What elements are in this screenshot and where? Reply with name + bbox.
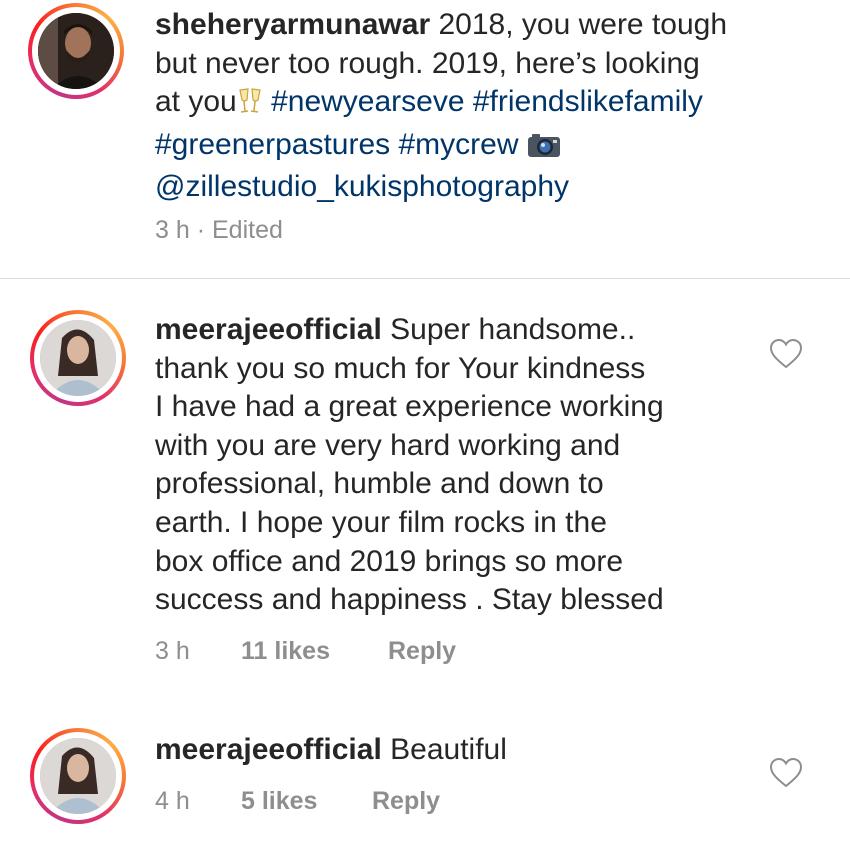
caption-separator: · — [189, 216, 212, 244]
caption-meta: 3 h · Edited — [155, 216, 283, 245]
comment-1-line-6: earth. I hope your film rocks in the — [155, 505, 607, 539]
caption-hashtags-line3[interactable]: #newyearseve #friendslikefamily — [263, 85, 703, 118]
caption-edited-label: Edited — [211, 216, 283, 244]
comment-1-time: 3 h — [155, 637, 190, 665]
comment-2-reply-button[interactable]: Reply — [372, 787, 440, 816]
caption-divider — [0, 278, 850, 279]
heart-outline-icon[interactable] — [769, 338, 803, 370]
comment-1-text: meerajeeofficial Super handsome.. thank … — [155, 311, 775, 620]
comment-1-avatar[interactable] — [30, 310, 126, 406]
caption-text-line1: 2018, you were tough — [430, 8, 728, 41]
caption-hashtags-line4[interactable]: #greenerpastures #mycrew — [155, 128, 527, 161]
comment-1-line-2: thank you so much for Your kindness — [155, 351, 646, 385]
comment-2-line-1: Beautiful — [381, 733, 507, 766]
caption-mention[interactable]: @zillestudio_kukisphotography — [155, 168, 835, 207]
clinking-glasses-icon — [237, 87, 263, 126]
comment-1-line-5: professional, humble and down to — [155, 467, 604, 501]
comment-2-username[interactable]: meerajeeofficial — [155, 733, 382, 766]
comment-1-reply-button[interactable]: Reply — [388, 637, 456, 666]
comment-1-line-8: success and happiness . Stay blessed — [155, 583, 664, 617]
comment-2-likes[interactable]: 5 likes — [241, 787, 317, 816]
caption-text-line3: at you — [155, 85, 237, 119]
avatar-photo-meerajeeofficial — [40, 738, 116, 814]
comment-1-line-1: Super handsome.. — [381, 313, 636, 346]
heart-outline-icon[interactable] — [769, 757, 803, 789]
comment-2-time: 4 h — [155, 787, 190, 815]
instagram-comments-view: sheheryarmunawar 2018, you were tough bu… — [0, 0, 850, 850]
caption-text-line2: but never too rough. 2019, here’s lookin… — [155, 46, 700, 80]
caption-time: 3 h — [155, 216, 190, 244]
comment-1-line-3: I have had a great experience working — [155, 390, 664, 424]
comment-1-line-7: box office and 2019 brings so more — [155, 544, 624, 578]
caption-avatar[interactable] — [28, 3, 124, 99]
comment-2-avatar[interactable] — [30, 728, 126, 824]
avatar-photo-meerajeeofficial — [40, 320, 116, 396]
comment-1-username[interactable]: meerajeeofficial — [155, 313, 382, 346]
post-caption: sheheryarmunawar 2018, you were tough bu… — [155, 6, 835, 207]
comment-2-text: meerajeeofficial Beautiful — [155, 731, 775, 770]
avatar-photo-sheheryarmunawar — [38, 13, 114, 89]
camera-icon — [527, 130, 561, 169]
caption-username[interactable]: sheheryarmunawar — [155, 8, 430, 41]
comment-1-line-4: with you are very hard working and — [155, 428, 621, 462]
comment-1-likes[interactable]: 11 likes — [241, 637, 330, 666]
